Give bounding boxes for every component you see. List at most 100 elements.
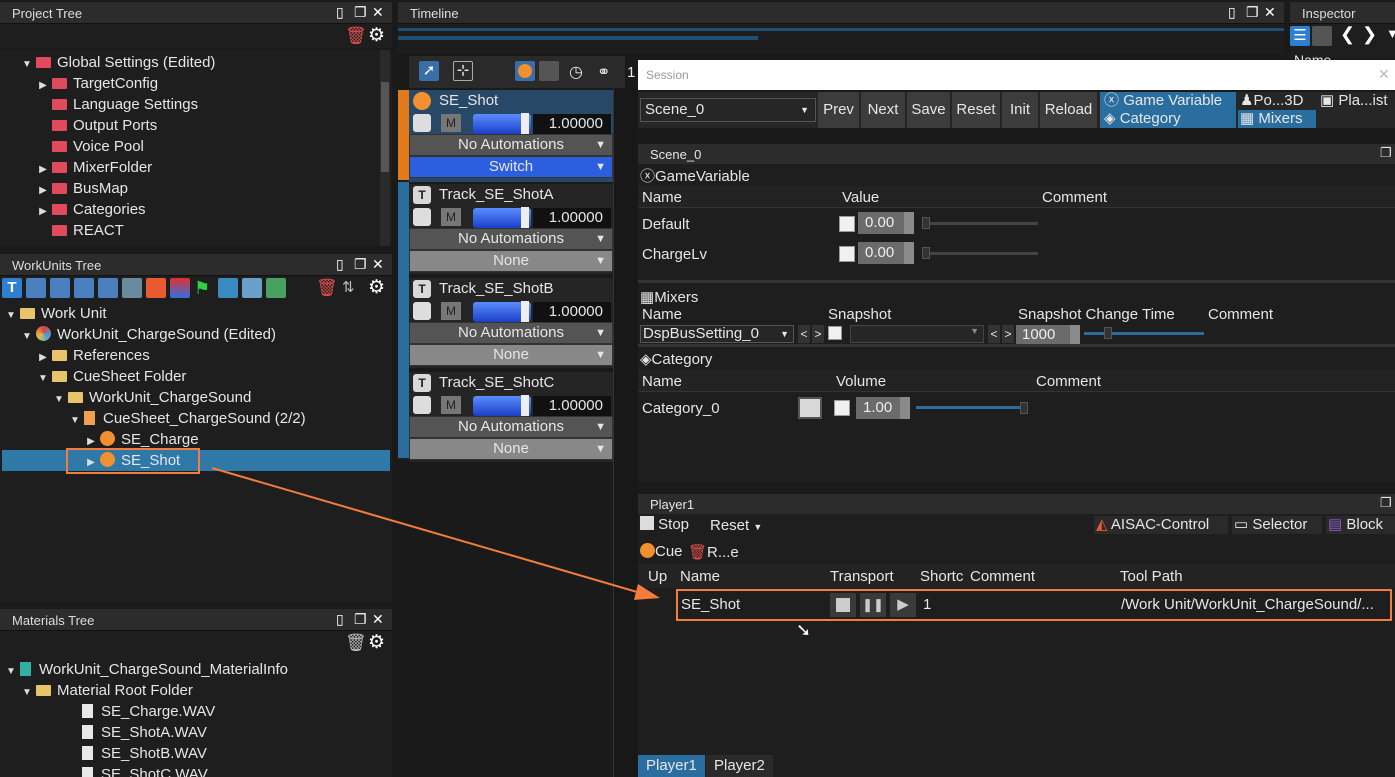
tree-item[interactable]: Voice Pool: [36, 136, 144, 157]
slider-thumb[interactable]: [922, 247, 930, 259]
column-header[interactable]: Up: [648, 568, 667, 585]
pin-icon[interactable]: ▯: [336, 256, 344, 273]
track-se-shot[interactable]: SE_Shot M 1.00000 No Automations ▼ Switch…: [409, 90, 613, 182]
column-header[interactable]: Name: [680, 568, 720, 585]
column-header[interactable]: Comment: [1042, 189, 1107, 206]
dropdown-icon[interactable]: ▼: [1386, 26, 1395, 41]
splitter[interactable]: [638, 280, 1395, 283]
list-icon[interactable]: ☰: [1290, 26, 1310, 46]
column-header[interactable]: Name: [642, 373, 682, 390]
reset-dropdown[interactable]: Reset ▼: [710, 517, 762, 534]
trash-icon[interactable]: 🗑: [345, 26, 367, 46]
column-header[interactable]: Name: [642, 189, 682, 206]
mute-button[interactable]: M: [441, 302, 461, 320]
maximize-icon[interactable]: ❐: [354, 4, 367, 21]
voice-icon[interactable]: [218, 278, 238, 298]
column-header[interactable]: Shortc: [920, 568, 963, 585]
slider-thumb[interactable]: [922, 217, 930, 229]
block-toggle[interactable]: ▤ Block: [1326, 516, 1395, 534]
variable-checkbox[interactable]: [839, 216, 855, 232]
cue-icon[interactable]: [50, 278, 70, 298]
cue-tab[interactable]: Cue: [640, 543, 683, 560]
player-list-row[interactable]: SE_Shot ❚❚ ▶ 1 /Work Unit/WorkUnit_Charg…: [676, 589, 1392, 621]
value-spinner[interactable]: [904, 212, 914, 234]
close-icon[interactable]: ✕: [372, 611, 384, 628]
tree-item[interactable]: SE_ShotB.WAV: [66, 743, 207, 764]
tree-item[interactable]: ▼ Global Settings (Edited): [20, 52, 215, 73]
prev-time-button[interactable]: <: [988, 325, 1000, 343]
category-row[interactable]: Category_0 1.00: [638, 394, 1395, 422]
pin-icon[interactable]: ▯: [336, 4, 344, 21]
mixers-toggle[interactable]: ▦ Mixers: [1238, 110, 1316, 128]
save-button[interactable]: Save: [907, 92, 951, 128]
pin-icon[interactable]: ▯: [336, 611, 344, 628]
volume-value[interactable]: 1.00000: [533, 396, 611, 416]
mode-dropdown[interactable]: None ▼: [409, 344, 613, 366]
gear-icon[interactable]: ⚙: [368, 24, 385, 47]
link-icon[interactable]: ⚭: [597, 62, 610, 82]
snapshot-dropdown[interactable]: ▼: [850, 325, 984, 343]
stop-button[interactable]: Stop: [640, 516, 689, 533]
tree-item[interactable]: ▶ TargetConfig: [36, 73, 158, 94]
gear-icon[interactable]: ⚙: [368, 631, 385, 654]
stop-icon[interactable]: [830, 593, 856, 617]
reload-button[interactable]: Reload: [1040, 92, 1098, 128]
maximize-icon[interactable]: ❐: [1246, 4, 1259, 21]
mixers-row[interactable]: DspBusSetting_0 ▼ < > ▼ < > 1000: [638, 324, 1395, 344]
maximize-icon[interactable]: ❐: [1380, 495, 1392, 511]
category-volume[interactable]: 1.00: [856, 397, 900, 419]
value-slider[interactable]: [922, 222, 1038, 225]
change-time-value[interactable]: 1000: [1016, 325, 1070, 344]
column-header[interactable]: Snapshot: [828, 306, 891, 323]
automation-dropdown[interactable]: No Automations ▼: [409, 416, 613, 438]
trash-icon[interactable]: 🗑: [316, 278, 338, 298]
tree-item[interactable]: ▶ MixerFolder: [36, 157, 152, 178]
close-icon[interactable]: ✕: [1378, 66, 1390, 83]
cue-sheet-icon[interactable]: [26, 278, 46, 298]
volume-slider[interactable]: [916, 406, 1026, 409]
tree-item[interactable]: SE_ShotA.WAV: [66, 722, 207, 743]
bus-icon[interactable]: [266, 278, 286, 298]
column-header[interactable]: Name: [642, 306, 682, 323]
slider-thumb[interactable]: [1104, 327, 1112, 339]
volume-value[interactable]: 1.00000: [533, 302, 611, 322]
tree-item[interactable]: REACT: [36, 220, 124, 241]
speaker-tool-icon[interactable]: [539, 61, 559, 81]
category-mute-button[interactable]: [798, 397, 822, 419]
next-button[interactable]: Next: [861, 92, 906, 128]
close-icon[interactable]: ✕: [1264, 4, 1276, 21]
mute-button[interactable]: M: [441, 114, 461, 132]
tree-item[interactable]: ▼ CueSheet Folder: [36, 366, 186, 387]
aisac-control-toggle[interactable]: ◭ AISAC-Control: [1094, 516, 1228, 534]
pointer-tool-icon[interactable]: ➚: [419, 61, 439, 81]
category-icon[interactable]: [170, 278, 190, 298]
splitter[interactable]: [638, 344, 1395, 347]
automation-dropdown[interactable]: No Automations ▼: [409, 228, 613, 250]
tree-item[interactable]: ▼ WorkUnit_ChargeSound: [52, 387, 251, 408]
tab-player1[interactable]: Player1: [638, 755, 705, 777]
column-header[interactable]: Transport: [830, 568, 894, 585]
forward-icon[interactable]: ❯: [1362, 24, 1377, 45]
init-button[interactable]: Init: [1002, 92, 1039, 128]
automation-dropdown[interactable]: No Automations ▼: [409, 322, 613, 344]
back-icon[interactable]: ❮: [1340, 24, 1355, 45]
track-se-shot-b[interactable]: T Track_SE_ShotB M 1.00000 No Automations…: [409, 278, 613, 368]
game-variable-row[interactable]: Default 0.00: [638, 210, 1395, 238]
play-icon[interactable]: ▶: [890, 593, 916, 617]
prev-button[interactable]: Prev: [818, 92, 860, 128]
switch-dropdown[interactable]: Switch ▼: [409, 156, 613, 178]
column-header[interactable]: Comment: [970, 568, 1035, 585]
category-checkbox[interactable]: [834, 400, 850, 416]
tree-item[interactable]: SE_ShotC.WAV: [66, 764, 208, 777]
remove-tab[interactable]: 🗑R...e: [688, 543, 739, 561]
scene-dropdown[interactable]: Scene_0 ▼: [640, 98, 816, 122]
volume-value[interactable]: 1.00000: [533, 114, 611, 134]
volume-spinner[interactable]: [900, 397, 910, 419]
playlist-toggle[interactable]: ▣ Pla...ist: [1318, 92, 1395, 110]
track-se-shot-a[interactable]: T Track_SE_ShotA M 1.00000 No Automations…: [409, 184, 613, 274]
prev-snapshot-button[interactable]: <: [798, 325, 810, 343]
reset-button[interactable]: Reset: [952, 92, 1001, 128]
clock-icon[interactable]: ◷: [569, 62, 583, 82]
tree-item[interactable]: ▶ References: [36, 345, 150, 366]
text-icon[interactable]: T: [2, 278, 22, 298]
